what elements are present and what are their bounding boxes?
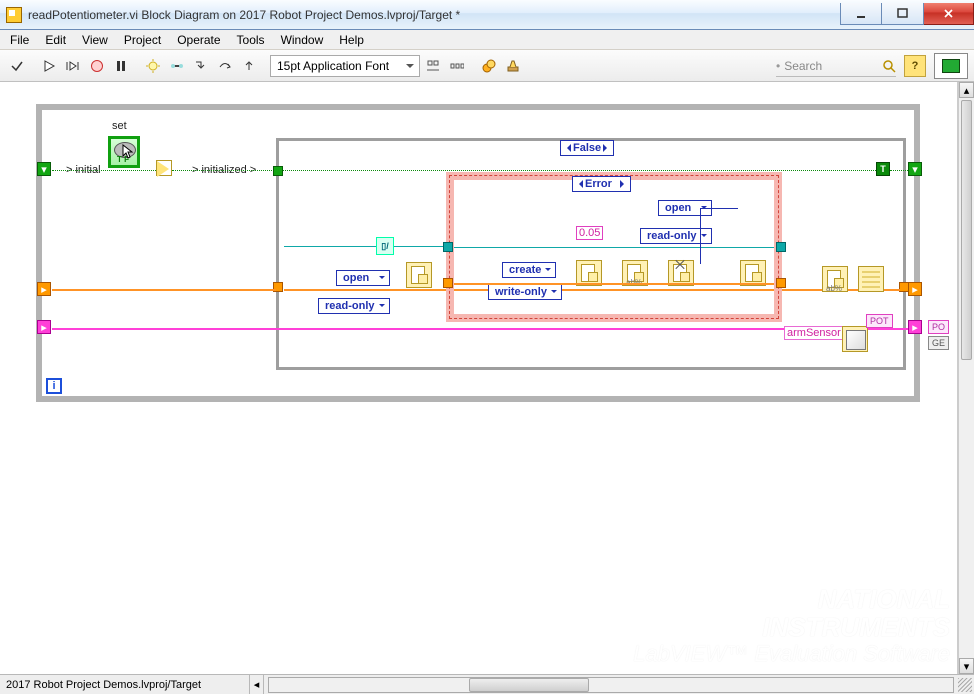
- inner-tunnel-r2: [776, 242, 786, 252]
- shift-register-left-pink[interactable]: ▸: [37, 320, 51, 334]
- diagram-canvas[interactable]: ▾ ▸ ▸ i set T F > initial > initialized …: [0, 82, 958, 674]
- pause-icon[interactable]: [110, 55, 132, 77]
- unbundle-vi[interactable]: [858, 266, 884, 292]
- help-button[interactable]: ?: [904, 55, 926, 77]
- pot-indicator-2: PO: [928, 320, 949, 334]
- wire-path-1: [284, 246, 376, 247]
- step-into-icon[interactable]: [190, 55, 212, 77]
- wire-orange-inner: [454, 283, 774, 285]
- cleanup-icon[interactable]: [502, 55, 524, 77]
- iteration-terminal: i: [46, 378, 62, 394]
- menu-help[interactable]: Help: [331, 31, 372, 49]
- reorder-icon[interactable]: [478, 55, 500, 77]
- minimize-button[interactable]: [840, 3, 882, 25]
- scroll-down-button[interactable]: ▾: [959, 658, 974, 674]
- project-path: 2017 Robot Project Demos.lvproj/Target: [0, 675, 250, 694]
- vi-icon[interactable]: [934, 53, 968, 79]
- font-selector[interactable]: 15pt Application Font: [270, 55, 420, 77]
- toolbar: 15pt Application Font • Search ?: [0, 50, 974, 82]
- case-selector-inner[interactable]: Error: [572, 176, 631, 192]
- menu-view[interactable]: View: [74, 31, 116, 49]
- wire-bool-rt: [890, 170, 908, 171]
- search-icon: [882, 59, 896, 73]
- file-open-vi-1[interactable]: [406, 262, 432, 288]
- close-button[interactable]: [924, 3, 974, 25]
- highlight-exec-icon[interactable]: [142, 55, 164, 77]
- confirm-edits-icon[interactable]: [6, 55, 28, 77]
- retain-wire-icon[interactable]: [166, 55, 188, 77]
- ring-writeonly[interactable]: write-only: [488, 284, 562, 300]
- shift-register-right-bool[interactable]: ▾: [908, 162, 922, 176]
- ring-readonly-1[interactable]: read-only: [318, 298, 390, 314]
- status-prev-button[interactable]: ◂: [250, 675, 264, 694]
- resize-grip[interactable]: [958, 678, 972, 692]
- wire-err-1: [52, 289, 276, 291]
- shift-register-right-pink[interactable]: ▸: [908, 320, 922, 334]
- vscroll-thumb[interactable]: [961, 100, 972, 360]
- maximize-button[interactable]: [882, 3, 924, 25]
- search-placeholder: Search: [784, 59, 822, 73]
- strip-path-node[interactable]: ▯/: [376, 237, 394, 255]
- ring-create[interactable]: create: [502, 262, 556, 278]
- menu-file[interactable]: File: [2, 31, 37, 49]
- case-inner-text: Error: [585, 178, 612, 190]
- inner-tunnel-l2: [443, 278, 453, 288]
- status-bar: 2017 Robot Project Demos.lvproj/Target ◂: [0, 674, 974, 694]
- wire-bool: [52, 170, 156, 171]
- step-out-icon[interactable]: [238, 55, 260, 77]
- menu-project[interactable]: Project: [116, 31, 169, 49]
- window-title: readPotentiometer.vi Block Diagram on 20…: [28, 8, 840, 22]
- scroll-up-button[interactable]: ▴: [959, 82, 974, 98]
- align-icon[interactable]: [422, 55, 444, 77]
- hscroll-thumb[interactable]: [469, 678, 589, 692]
- ring-open-1[interactable]: open: [336, 270, 390, 286]
- inner-tunnel-r1: [776, 278, 786, 288]
- select-node[interactable]: [156, 160, 172, 176]
- menu-edit[interactable]: Edit: [37, 31, 74, 49]
- true-constant[interactable]: T: [876, 162, 890, 176]
- wire-teal-inner: [454, 247, 774, 248]
- shift-register-left-bool[interactable]: ▾: [37, 162, 51, 176]
- distribute-icon[interactable]: [446, 55, 468, 77]
- menu-bar: File Edit View Project Operate Tools Win…: [0, 30, 974, 50]
- step-over-icon[interactable]: [214, 55, 236, 77]
- search-field[interactable]: • Search: [776, 55, 896, 77]
- window-titlebar: readPotentiometer.vi Block Diagram on 20…: [0, 0, 974, 30]
- abort-icon[interactable]: [86, 55, 108, 77]
- wire-blue-1: [700, 208, 701, 264]
- case-selector-outer[interactable]: False: [560, 140, 614, 156]
- case-tunnel-sel: [273, 166, 283, 176]
- app-icon: [6, 7, 22, 23]
- shift-register-left-orange[interactable]: ▸: [37, 282, 51, 296]
- pot-indicator-1: POT: [866, 314, 893, 328]
- shift-register-right-orange[interactable]: ▸: [908, 282, 922, 296]
- run-continuous-icon[interactable]: [62, 55, 84, 77]
- horizontal-scrollbar[interactable]: [268, 677, 954, 693]
- refnum-indicator[interactable]: [842, 326, 868, 352]
- run-button-icon[interactable]: [38, 55, 60, 77]
- cursor-icon: [122, 144, 134, 160]
- vertical-scrollbar[interactable]: ▴ ▾: [958, 82, 974, 674]
- inner-tunnel-l1: [443, 242, 453, 252]
- numeric-const-0-05[interactable]: 0.05: [576, 226, 603, 240]
- window-buttons: [840, 4, 974, 25]
- menu-operate[interactable]: Operate: [169, 31, 228, 49]
- wire-path-2: [394, 246, 446, 247]
- menu-window[interactable]: Window: [273, 31, 332, 49]
- armsensor-label: armSensor: [784, 326, 844, 340]
- menu-tools[interactable]: Tools: [229, 31, 273, 49]
- wire-blue-2: [700, 208, 738, 209]
- ge-indicator: GE: [928, 336, 949, 350]
- set-label: set: [112, 120, 127, 132]
